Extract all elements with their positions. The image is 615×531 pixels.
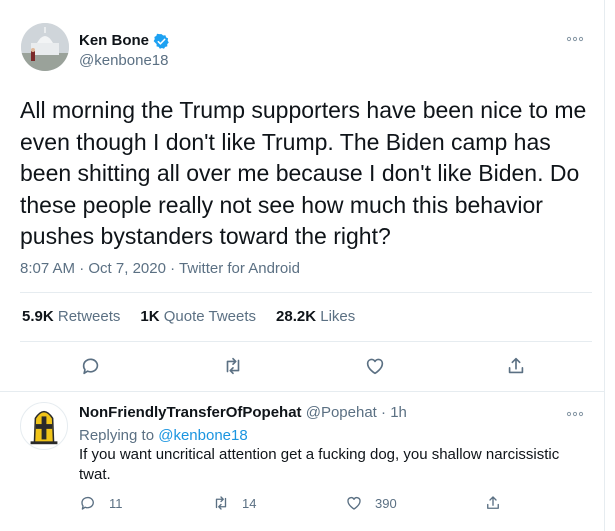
reply-avatar[interactable] [20,402,68,450]
author-name-row[interactable]: Ken Bone [79,32,170,50]
tweet-date[interactable]: Oct 7, 2020 [88,260,166,277]
tweet-time[interactable]: 8:07 AM [20,260,75,277]
capitol-photo-icon [21,23,69,71]
reply-header: NonFriendlyTransferOfPopehat @Popehat · … [79,404,407,421]
replying-to: Replying to @kenbone18 [79,427,248,444]
avatar[interactable] [21,23,69,71]
tweet-stats: 5.9K Retweets 1K Quote Tweets 28.2K Like… [22,308,375,325]
author-handle[interactable]: @kenbone18 [79,52,168,69]
tweet-actions [0,355,604,381]
reply-icon [81,496,94,510]
reply-replies-count: 11 [109,495,123,511]
quote-tweets-count: 1K [140,308,160,325]
quote-tweets-stat[interactable]: 1K Quote Tweets [140,308,256,325]
retweet-icon[interactable] [222,355,244,377]
popehat-logo-icon [30,410,58,445]
retweets-count: 5.9K [22,308,54,325]
reply-age[interactable]: 1h [390,404,407,421]
likes-label: Likes [320,308,356,325]
replying-handle-link[interactable]: @kenbone18 [158,427,247,444]
reply-retweets-count: 14 [242,495,257,511]
author-display-name[interactable]: Ken Bone [79,32,149,50]
share-icon[interactable] [505,355,527,377]
likes-stat[interactable]: 28.2K Likes [276,308,355,325]
reply-share-button[interactable] [484,494,514,512]
reply-icon[interactable] [80,355,102,377]
divider [0,391,604,392]
tweet-meta: 8:07 AM · Oct 7, 2020 · Twitter for Andr… [20,260,300,277]
divider [20,341,592,342]
likes-count: 28.2K [276,308,317,325]
reply-text: If you want uncritical attention get a f… [79,446,560,483]
tweet-page: Ken Bone @kenbone18 All morning the Trum… [0,0,605,531]
reply-reply-button[interactable]: 11 [79,494,123,512]
reply-retweet-button[interactable]: 14 [212,494,256,512]
tweet-text: All morning the Trump supporters have be… [20,97,587,249]
more-dots-icon[interactable] [566,30,584,46]
retweet-icon [215,496,227,510]
retweets-stat[interactable]: 5.9K Retweets [22,308,120,325]
more-dots-icon[interactable] [566,405,584,421]
tweet-source[interactable]: Twitter for Android [179,260,300,277]
reply-like-button[interactable]: 390 [345,494,397,512]
share-icon [487,496,499,509]
divider [20,292,592,293]
replying-prefix: Replying to [79,427,155,444]
like-icon [347,497,361,510]
verified-badge-icon [153,33,169,49]
like-icon[interactable] [364,355,386,377]
retweets-label: Retweets [57,308,121,325]
reply-handle[interactable]: @Popehat [306,404,377,421]
reply-display-name[interactable]: NonFriendlyTransferOfPopehat [79,404,302,421]
reply-actions: 11 14 390 [0,494,604,516]
reply-likes-count: 390 [375,495,397,511]
quote-tweets-label: Quote Tweets [163,308,257,325]
